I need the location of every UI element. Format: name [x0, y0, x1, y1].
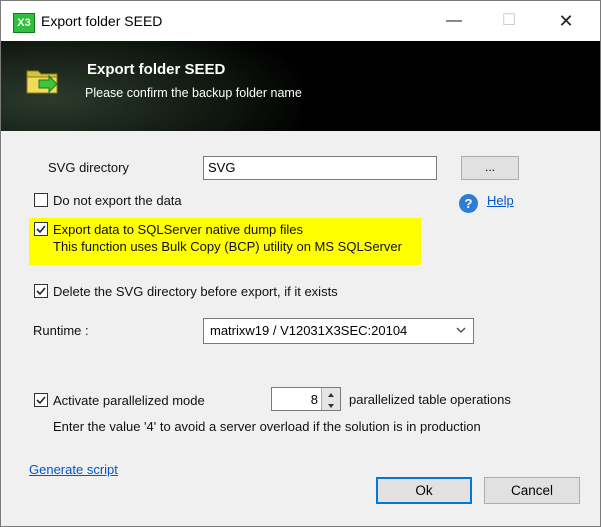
window-title: Export folder SEED	[41, 13, 163, 29]
checkmark-icon	[36, 225, 46, 234]
runtime-selected-value: matrixw19 / V12031X3SEC:20104	[210, 323, 408, 338]
help-link[interactable]: Help	[487, 193, 514, 208]
svg-directory-input[interactable]: SVG	[203, 156, 437, 180]
chevron-down-icon	[456, 327, 466, 333]
parallel-checkbox[interactable]	[34, 393, 48, 407]
arrow-down-icon	[328, 404, 334, 408]
parallel-spinner[interactable]: 8	[271, 387, 341, 411]
minimize-button[interactable]: —	[431, 1, 477, 41]
spinner-down-button[interactable]	[322, 399, 340, 410]
banner-title: Export folder SEED	[87, 61, 226, 78]
title-bar: X3 Export folder SEED — ☐ ✕	[1, 1, 600, 41]
export-dialog-window: X3 Export folder SEED — ☐ ✕ Export folde…	[0, 0, 601, 527]
native-dump-note: This function uses Bulk Copy (BCP) utili…	[53, 239, 402, 254]
browse-button[interactable]: ...	[461, 156, 519, 180]
maximize-button[interactable]: ☐	[486, 1, 532, 41]
no-export-label: Do not export the data	[53, 193, 182, 208]
native-dump-label: Export data to SQLServer native dump fil…	[53, 222, 304, 237]
no-export-checkbox[interactable]	[34, 193, 48, 207]
native-dump-checkbox[interactable]	[34, 222, 48, 236]
delete-svg-label: Delete the SVG directory before export, …	[53, 284, 338, 299]
help-icon[interactable]: ?	[459, 194, 478, 213]
generate-script-link[interactable]: Generate script	[29, 462, 118, 477]
runtime-select[interactable]: matrixw19 / V12031X3SEC:20104	[203, 318, 474, 344]
checkmark-icon	[36, 396, 46, 405]
checkmark-icon	[36, 287, 46, 296]
delete-svg-checkbox[interactable]	[34, 284, 48, 298]
ok-button[interactable]: Ok	[376, 477, 472, 504]
x3-app-icon: X3	[13, 13, 35, 33]
parallel-label: Activate parallelized mode	[53, 393, 205, 408]
close-button[interactable]: ✕	[543, 1, 589, 41]
banner-subtitle: Please confirm the backup folder name	[85, 86, 302, 100]
svg-directory-label: SVG directory	[48, 160, 129, 175]
cancel-button[interactable]: Cancel	[484, 477, 580, 504]
runtime-label: Runtime :	[33, 323, 89, 338]
parallel-note: Enter the value '4' to avoid a server ov…	[53, 419, 481, 434]
parallel-suffix-label: parallelized table operations	[349, 392, 511, 407]
export-folder-icon	[26, 70, 58, 94]
spinner-buttons	[321, 388, 340, 410]
header-banner: Export folder SEED Please confirm the ba…	[1, 41, 600, 131]
parallel-value: 8	[310, 392, 318, 407]
